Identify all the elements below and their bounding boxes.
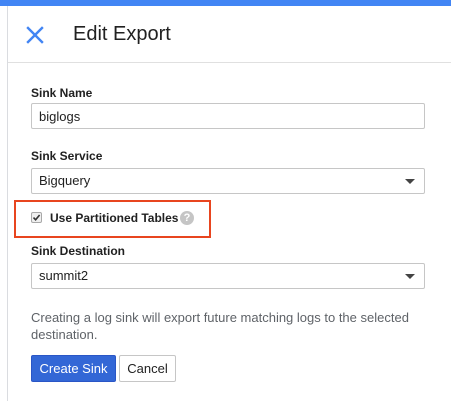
panel-header: Edit Export bbox=[8, 6, 451, 63]
sink-service-value: Bigquery bbox=[39, 173, 91, 188]
sink-name-label: Sink Name bbox=[31, 86, 93, 100]
close-button[interactable] bbox=[24, 24, 46, 46]
sink-service-select[interactable]: Bigquery bbox=[31, 168, 425, 194]
sink-destination-value: summit2 bbox=[39, 268, 89, 283]
close-icon bbox=[26, 26, 44, 44]
sink-destination-select[interactable]: summit2 bbox=[31, 263, 425, 289]
help-icon[interactable]: ? bbox=[180, 211, 194, 225]
cancel-button[interactable]: Cancel bbox=[119, 355, 176, 382]
page-title: Edit Export bbox=[73, 23, 171, 45]
create-sink-button[interactable]: Create Sink bbox=[31, 355, 116, 382]
chevron-down-icon bbox=[405, 274, 415, 279]
check-icon bbox=[32, 214, 41, 222]
partitioned-tables-checkbox[interactable] bbox=[31, 212, 42, 223]
sink-name-input[interactable] bbox=[31, 103, 425, 129]
sink-service-label: Sink Service bbox=[31, 149, 103, 163]
chevron-down-icon bbox=[405, 179, 415, 184]
partitioned-tables-label[interactable]: Use Partitioned Tables bbox=[50, 211, 178, 225]
info-text: Creating a log sink will export future m… bbox=[31, 310, 409, 342]
edit-export-panel: Edit Export Sink Name Sink Service Bigqu… bbox=[0, 0, 451, 401]
sink-destination-label: Sink Destination bbox=[31, 244, 126, 258]
panel-divider bbox=[7, 6, 8, 401]
